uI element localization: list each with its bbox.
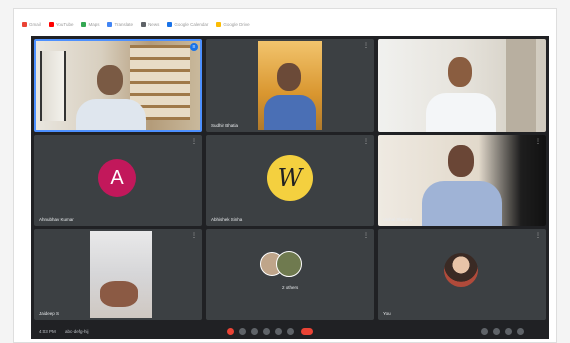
bookmark-news[interactable]: News [141,21,160,27]
more-options-icon[interactable]: ⋮ [191,233,197,239]
meeting-grid: ≡ ⋮ Sudhir Bhatia A ⋮ Ahnubhav Kumar W ⋮… [31,36,549,339]
participant-tile[interactable]: ≡ [34,39,202,132]
participant-face [448,57,472,87]
more-options-icon[interactable]: ⋮ [363,139,369,145]
more-options-icon[interactable]: ⋮ [363,233,369,239]
raise-hand-icon[interactable] [263,328,270,335]
participant-tile[interactable]: ⋮ Jaideep S [34,229,202,320]
participant-avatar [276,251,302,277]
meeting-time: 4:03 PM [39,329,56,334]
participant-avatar: A [98,159,136,197]
participant-face [448,145,474,177]
more-options-icon[interactable]: ⋮ [535,233,541,239]
bookmark-youtube[interactable]: YouTube [48,21,74,27]
info-icon[interactable] [481,328,488,335]
camera-icon[interactable] [239,328,246,335]
participant-tile[interactable]: ⋮ Vishal Sharma [378,135,546,226]
captions-icon[interactable] [251,328,258,335]
participant-name: 2 others [282,285,299,290]
participant-face [277,63,301,91]
participant-body [422,181,502,226]
participant-name: Ahnubhav Kumar [39,217,74,222]
bookmark-label: Gmail [29,21,41,27]
present-icon[interactable] [275,328,282,335]
participant-tile[interactable]: W ⋮ Abhishek Sinha [206,135,374,226]
participant-body [76,99,146,130]
bookmark-label: Google Drive [223,21,250,27]
participant-name: You [383,311,391,316]
bookmark-label: News [148,21,160,27]
translate-icon [107,21,113,27]
bookmark-label: YouTube [55,21,74,27]
participant-name: Vishal Sharma [383,217,413,222]
audio-indicator-icon: ≡ [190,43,198,51]
doorframe [506,39,536,132]
participant-tile[interactable]: ⋮ 2 others [206,229,374,320]
participant-tile[interactable] [378,39,546,132]
news-icon [141,21,147,27]
participant-face [100,281,138,307]
maps-icon [81,21,87,27]
bookmark-gmail[interactable]: Gmail [22,21,41,27]
bookmarks-bar: Gmail YouTube Maps Translate News Google… [22,19,342,29]
bookmark-label: Translate [114,21,134,27]
bookmark-drive[interactable]: Google Drive [216,21,250,27]
bookmark-translate[interactable]: Translate [107,21,134,27]
participant-avatar [444,253,478,287]
end-call-icon[interactable] [301,328,313,335]
bookmark-calendar[interactable]: Google Calendar [167,21,209,27]
participant-name: Sudhir Bhatia [211,123,239,128]
oil-rig-sketch [40,51,66,121]
gmail-icon [22,21,27,27]
mic-icon[interactable] [227,328,234,335]
calendar-icon [167,21,173,27]
participant-name: Abhishek Sinha [211,217,243,222]
chat-icon[interactable] [505,328,512,335]
people-icon[interactable] [493,328,500,335]
more-options-icon[interactable]: ⋮ [191,139,197,145]
meeting-code: abc-defg-hij [65,329,89,334]
bookmark-label: Maps [88,21,100,27]
participant-tile[interactable]: ⋮ Sudhir Bhatia [206,39,374,132]
activities-icon[interactable] [517,328,524,335]
participant-face [97,65,123,95]
bookmark-maps[interactable]: Maps [81,21,100,27]
youtube-icon [48,21,54,27]
more-options-icon[interactable]: ⋮ [535,139,541,145]
participant-body [264,95,316,130]
participant-logo: W [267,155,313,201]
call-controls-bar: 4:03 PM abc-defg-hij [31,324,549,339]
participant-name: Jaideep S [39,311,60,316]
drive-icon [216,21,222,27]
more-options-icon[interactable]: ⋮ [363,43,369,49]
participant-tile[interactable]: A ⋮ Ahnubhav Kumar [34,135,202,226]
participant-body [426,93,496,132]
more-icon[interactable] [287,328,294,335]
participant-tile-self[interactable]: ⋮ You [378,229,546,320]
bookmark-label: Google Calendar [174,21,209,27]
